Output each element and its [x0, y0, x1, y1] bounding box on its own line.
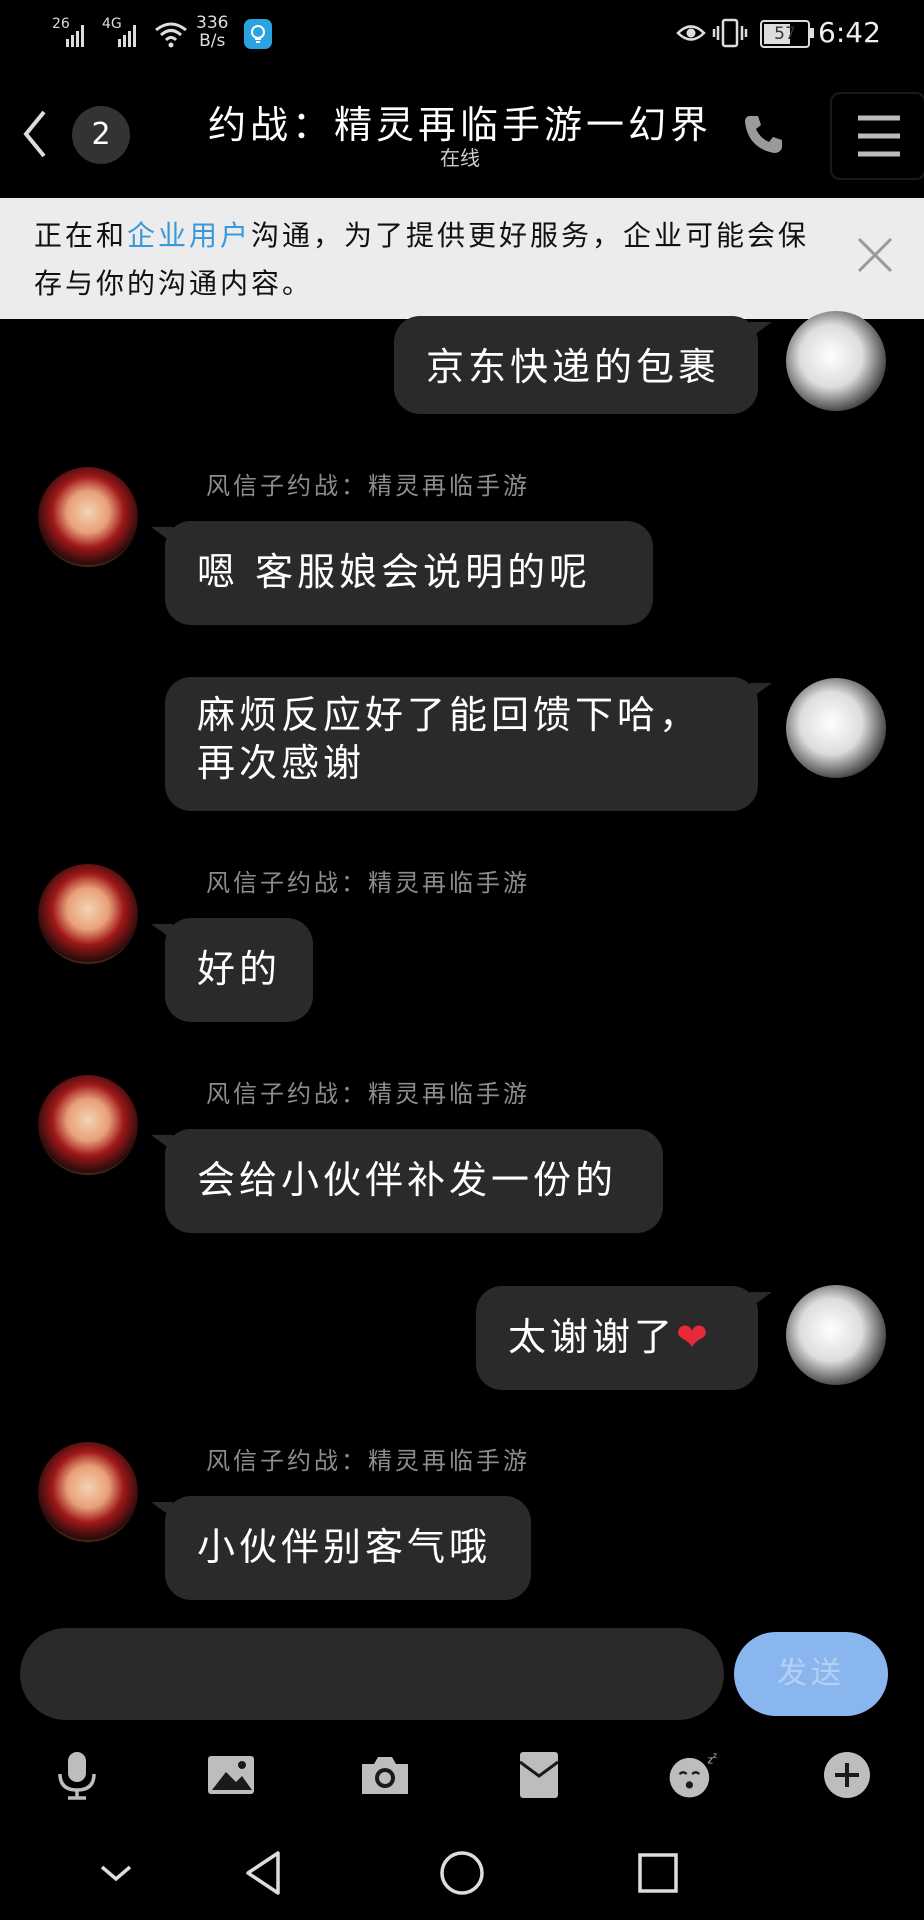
message-bubble-incoming[interactable]: 小伙伴别客气哦 [151, 1496, 531, 1600]
battery-level: 57 [774, 24, 796, 44]
camera-icon[interactable] [358, 1748, 412, 1802]
net-speed-unit: B/s [199, 31, 226, 51]
message-text: 太谢谢了 [508, 1315, 677, 1359]
my-avatar[interactable] [786, 678, 886, 778]
message-bubble-incoming[interactable]: 会给小伙伴补发一份的 [151, 1129, 663, 1233]
sender-name: 风信子约战：精灵再临手游 [206, 1447, 530, 1475]
message-bubble-incoming[interactable]: 嗯 客服娘会说明的呢 [151, 521, 653, 625]
notice-prefix: 正在和 [34, 219, 128, 252]
notice-text: 正在和企业用户沟通，为了提供更好服务，企业可能会保存与你的沟通内容。 [34, 212, 834, 308]
clock: 6:42 [818, 16, 881, 49]
microphone-icon[interactable] [50, 1748, 104, 1802]
signal-2-icon [116, 22, 136, 47]
sender-name: 风信子约战：精灵再临手游 [206, 1080, 530, 1108]
online-status: 在线 [440, 146, 480, 170]
svg-text:z: z [713, 1750, 717, 1760]
enterprise-notice: 正在和企业用户沟通，为了提供更好服务，企业可能会保存与你的沟通内容。 [0, 198, 924, 319]
contact-avatar[interactable] [38, 1442, 138, 1542]
net-speed: 336 B/s [196, 14, 228, 50]
message-input[interactable] [20, 1628, 724, 1720]
send-button[interactable]: 发送 [734, 1632, 888, 1716]
battery-tip [810, 28, 814, 38]
my-avatar[interactable] [786, 311, 886, 411]
close-icon[interactable] [855, 235, 895, 275]
home-icon[interactable] [434, 1845, 490, 1901]
contact-avatar[interactable] [38, 467, 138, 567]
contact-avatar[interactable] [38, 864, 138, 964]
net-speed-value: 336 [196, 13, 229, 33]
emoji-icon[interactable]: z z [666, 1748, 720, 1802]
message-bubble-outgoing[interactable]: 京东快递的包裹 [394, 316, 772, 414]
plus-icon[interactable] [820, 1748, 874, 1802]
sender-name: 风信子约战：精灵再临手游 [206, 869, 530, 897]
hamburger-icon [858, 115, 900, 157]
vibrate-icon [712, 18, 748, 48]
message-bubble-outgoing[interactable]: 太谢谢了❤ [476, 1286, 772, 1390]
heart-emoji-icon: ❤ [676, 1315, 712, 1359]
eye-icon [676, 25, 706, 41]
recents-icon[interactable] [630, 1845, 686, 1901]
message-bubble-incoming[interactable]: 好的 [151, 918, 313, 1022]
signal-1-icon [64, 22, 84, 47]
contact-avatar[interactable] [38, 1075, 138, 1175]
menu-button[interactable] [830, 92, 924, 180]
unread-count-badge[interactable]: 2 [72, 106, 130, 164]
sender-name: 风信子约战：精灵再临手游 [206, 472, 530, 500]
red-packet-icon[interactable] [512, 1748, 566, 1802]
nav-back-icon[interactable] [238, 1845, 294, 1901]
image-icon[interactable] [204, 1748, 258, 1802]
enterprise-user-link[interactable]: 企业用户 [127, 219, 251, 252]
status-bar: 26 4G 336 B/s 57 6:42 [0, 0, 924, 68]
bulb-app-icon [244, 19, 272, 49]
phone-call-icon[interactable] [740, 110, 788, 158]
collapse-icon[interactable] [88, 1845, 144, 1901]
wifi-icon [155, 22, 187, 48]
chat-title: 约战：精灵再临手游一幻界 [207, 103, 712, 147]
back-arrow-icon[interactable] [14, 104, 54, 164]
battery-icon: 57 [760, 20, 810, 48]
message-bubble-outgoing[interactable]: 麻烦反应好了能回馈下哈，再次感谢 [165, 677, 772, 811]
my-avatar[interactable] [786, 1285, 886, 1385]
